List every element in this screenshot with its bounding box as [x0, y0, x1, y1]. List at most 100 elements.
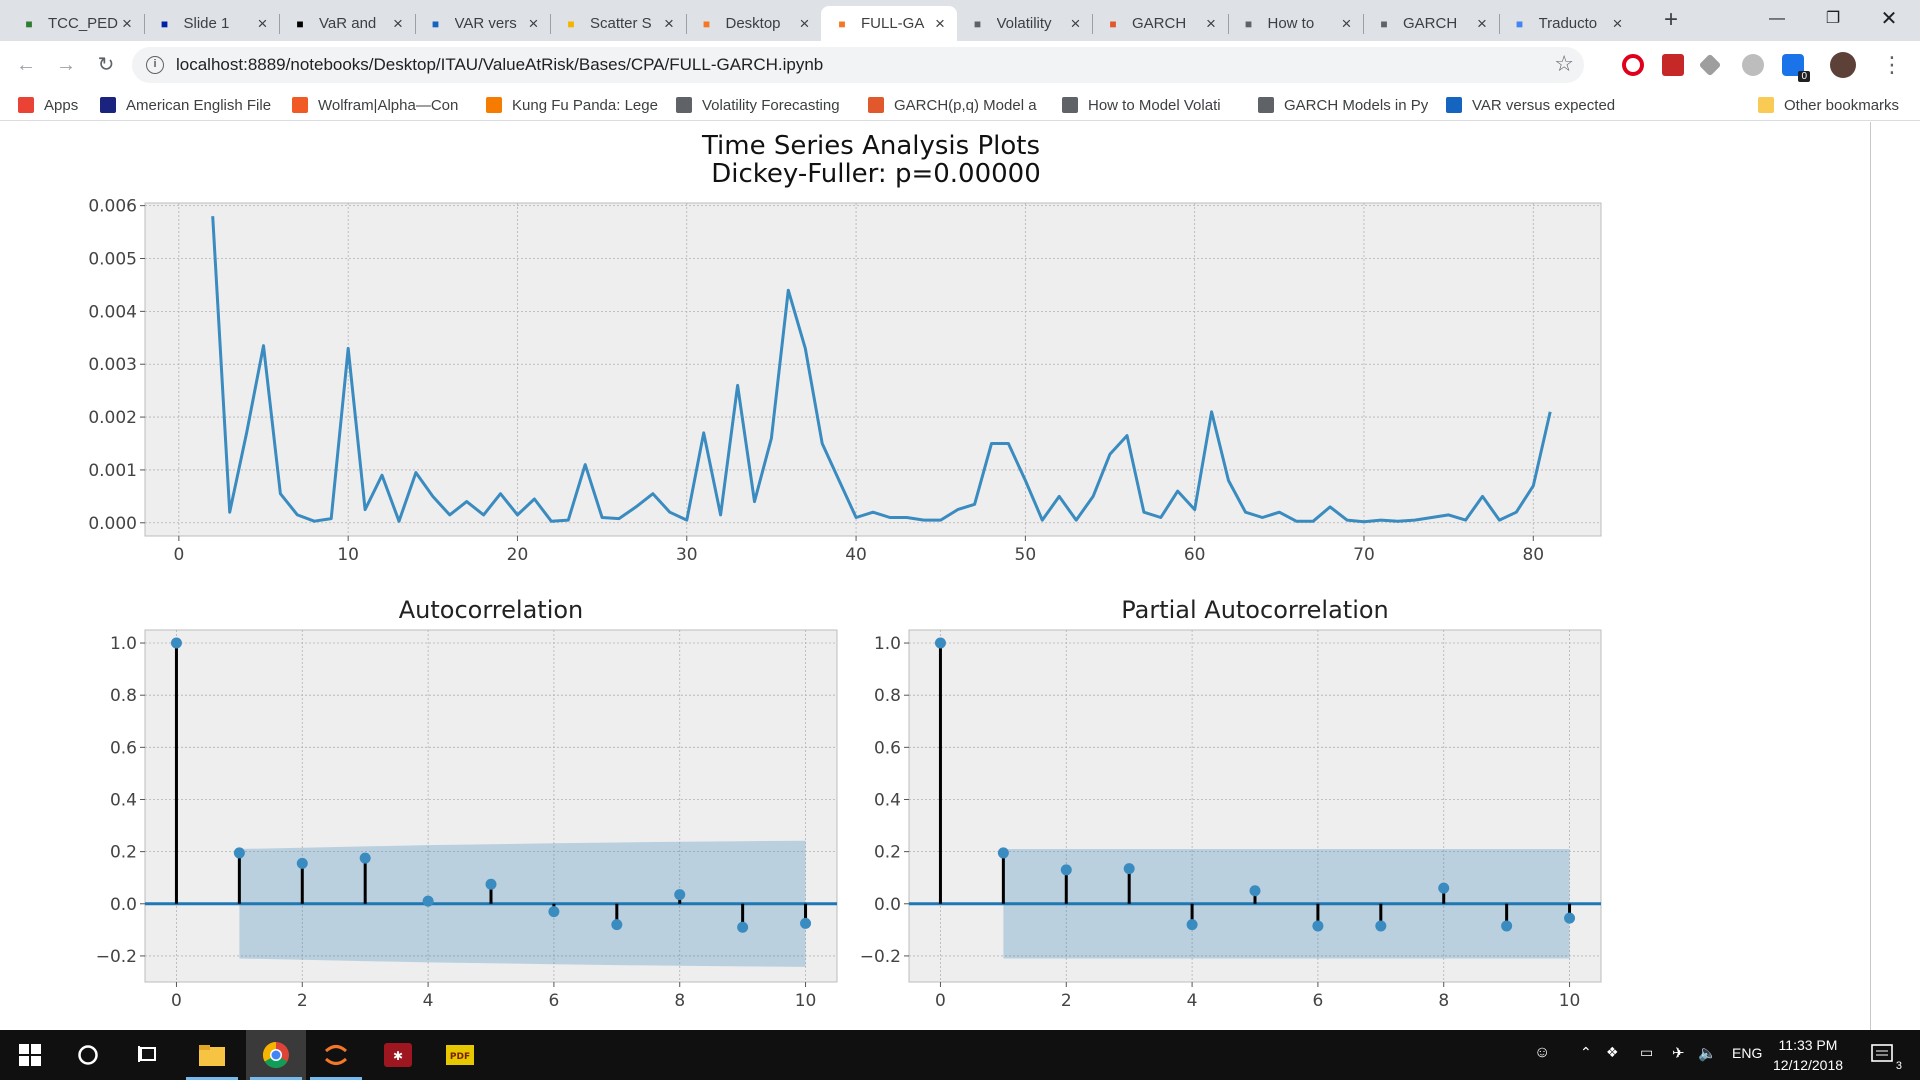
- tab-7[interactable]: ■ Volatility ×: [957, 6, 1093, 41]
- task-view-button[interactable]: [118, 1030, 178, 1080]
- book-icon: ■: [973, 16, 982, 31]
- uf-logo-icon: ■: [160, 16, 169, 31]
- tab-3[interactable]: ■ VAR vers ×: [415, 6, 551, 41]
- bookmark-0[interactable]: Apps: [18, 94, 88, 116]
- site-info-icon[interactable]: i: [146, 56, 164, 74]
- taskbar-pdf[interactable]: PDF: [430, 1030, 490, 1080]
- airplane-mode-icon[interactable]: ✈: [1672, 1044, 1685, 1062]
- tab-separator: [414, 14, 416, 34]
- system-clock[interactable]: 11:33 PM 12/12/2018: [1768, 1035, 1848, 1075]
- taskbar-file-explorer[interactable]: [182, 1030, 242, 1080]
- tab-title: VAR vers: [454, 15, 517, 32]
- tab-close-icon[interactable]: ×: [931, 14, 949, 34]
- tab-close-icon[interactable]: ×: [796, 14, 814, 34]
- tab-8[interactable]: ■ GARCH ×: [1092, 6, 1228, 41]
- circle-extension-icon[interactable]: [1742, 54, 1764, 76]
- tab-0[interactable]: ■ TCC_PED ×: [8, 6, 144, 41]
- battery-icon[interactable]: ▭: [1640, 1044, 1653, 1061]
- close-window-button[interactable]: ✕: [1866, 0, 1912, 40]
- taskbar-chrome[interactable]: [246, 1030, 306, 1080]
- tab-close-icon[interactable]: ×: [525, 14, 543, 34]
- y-tick-label: 0.4: [110, 790, 137, 810]
- url-text[interactable]: localhost:8889/notebooks/Desktop/ITAU/Va…: [176, 55, 823, 75]
- wolfram-icon: [292, 97, 308, 113]
- tab-5[interactable]: ■ Desktop ×: [686, 6, 822, 41]
- subplot-title: Autocorrelation: [399, 596, 584, 624]
- bookmark-1[interactable]: American English File: [100, 94, 280, 116]
- clock-time: 11:33 PM: [1778, 1037, 1838, 1053]
- y-tick-label: 0.8: [874, 686, 901, 706]
- pocket-extension-icon[interactable]: [1662, 54, 1684, 76]
- taskbar-mendeley[interactable]: ✱: [368, 1030, 428, 1080]
- x-tick-label: 4: [423, 991, 434, 1011]
- other-bookmarks[interactable]: Other bookmarks: [1758, 94, 1899, 116]
- tab-close-icon[interactable]: ×: [254, 14, 272, 34]
- bookmark-3[interactable]: Kung Fu Panda: Lege: [486, 94, 658, 116]
- tab-10[interactable]: ■ GARCH ×: [1363, 6, 1499, 41]
- tab-separator: [143, 14, 145, 34]
- stem-marker: [170, 637, 182, 649]
- tab-9[interactable]: ■ How to ×: [1228, 6, 1364, 41]
- new-tab-button[interactable]: +: [1656, 6, 1686, 36]
- tab-close-icon[interactable]: ×: [118, 14, 136, 34]
- tab-2[interactable]: ■ VaR and ×: [279, 6, 415, 41]
- stem-marker: [422, 895, 434, 907]
- bookmark-4[interactable]: Volatility Forecasting: [676, 94, 848, 116]
- tab-separator: [685, 14, 687, 34]
- profile-avatar[interactable]: [1830, 52, 1856, 78]
- menu-kebab-icon[interactable]: ⋮: [1876, 49, 1908, 81]
- opera-extension-icon[interactable]: [1622, 54, 1644, 76]
- address-bar[interactable]: i localhost:8889/notebooks/Desktop/ITAU/…: [132, 47, 1584, 83]
- tab-1[interactable]: ■ Slide 1 ×: [144, 6, 280, 41]
- volume-icon[interactable]: 🔈: [1698, 1044, 1717, 1062]
- forward-button[interactable]: →: [50, 49, 82, 81]
- tab-close-icon[interactable]: ×: [389, 14, 407, 34]
- tab-6[interactable]: ■ FULL-GA ×: [821, 6, 957, 41]
- tab-close-icon[interactable]: ×: [1609, 14, 1627, 34]
- other-bookmarks-label: Other bookmarks: [1784, 96, 1900, 114]
- y-tick-label: 0.6: [110, 738, 137, 758]
- start-button[interactable]: [0, 1030, 60, 1080]
- search-button[interactable]: [58, 1030, 118, 1080]
- maximize-button[interactable]: ❐: [1810, 0, 1856, 40]
- x-tick-label: 8: [1438, 991, 1449, 1011]
- tab-close-icon[interactable]: ×: [1067, 14, 1085, 34]
- drive-extension-icon[interactable]: [1698, 53, 1722, 77]
- bookmark-star-icon[interactable]: ☆: [1554, 51, 1574, 77]
- chrome-icon: [262, 1041, 289, 1069]
- tab-title: Scatter S: [590, 15, 652, 32]
- tab-close-icon[interactable]: ×: [660, 14, 678, 34]
- page-scrollbar[interactable]: [1878, 122, 1920, 1030]
- tab-11[interactable]: ■ Traducto ×: [1499, 6, 1635, 41]
- people-icon[interactable]: ☺: [1534, 1044, 1550, 1062]
- bookmark-5[interactable]: GARCH(p,q) Model a: [868, 94, 1040, 116]
- minimize-button[interactable]: —: [1754, 0, 1800, 40]
- y-tick-label: 0.003: [88, 355, 137, 375]
- show-hidden-icons[interactable]: ⌃: [1580, 1044, 1592, 1061]
- browser-toolbar: ← → ↻ i localhost:8889/notebooks/Desktop…: [0, 41, 1920, 89]
- bookmark-7[interactable]: GARCH Models in Py: [1258, 94, 1428, 116]
- extension-badge-count: 0: [1798, 71, 1810, 82]
- bookmark-label: Apps: [44, 96, 79, 114]
- action-center-button[interactable]: 3: [1858, 1030, 1908, 1080]
- tab-close-icon[interactable]: ×: [1473, 14, 1491, 34]
- y-tick-label: 0.2: [110, 843, 137, 863]
- bookmark-6[interactable]: How to Model Volati: [1062, 94, 1238, 116]
- taskbar-jupyter[interactable]: [306, 1030, 366, 1080]
- input-language[interactable]: ENG: [1732, 1045, 1762, 1061]
- partial-autocorrelation-plot: 0 2 4 6 8 10 −0.2 0.0 0.2 0.4 0.6 0.8 1.0 Partial Aut…: [860, 596, 1602, 1011]
- tab-4[interactable]: ■ Scatter S ×: [550, 6, 686, 41]
- bookmark-label: Volatility Forecasting: [702, 96, 840, 114]
- bookmark-8[interactable]: VAR versus expected: [1446, 94, 1626, 116]
- reload-button[interactable]: ↻: [90, 49, 122, 81]
- badge-extension-icon[interactable]: 0: [1782, 54, 1810, 82]
- back-button[interactable]: ←: [10, 49, 42, 81]
- bookmark-2[interactable]: Wolfram|Alpha—Con: [292, 94, 472, 116]
- person-icon: [1062, 97, 1078, 113]
- tab-close-icon[interactable]: ×: [1338, 14, 1356, 34]
- cortana-circle-icon: [78, 1045, 98, 1065]
- dropbox-icon[interactable]: ❖: [1606, 1044, 1619, 1061]
- tab-close-icon[interactable]: ×: [1202, 14, 1220, 34]
- stem-marker: [611, 919, 623, 931]
- x-tick-label: 10: [337, 545, 359, 565]
